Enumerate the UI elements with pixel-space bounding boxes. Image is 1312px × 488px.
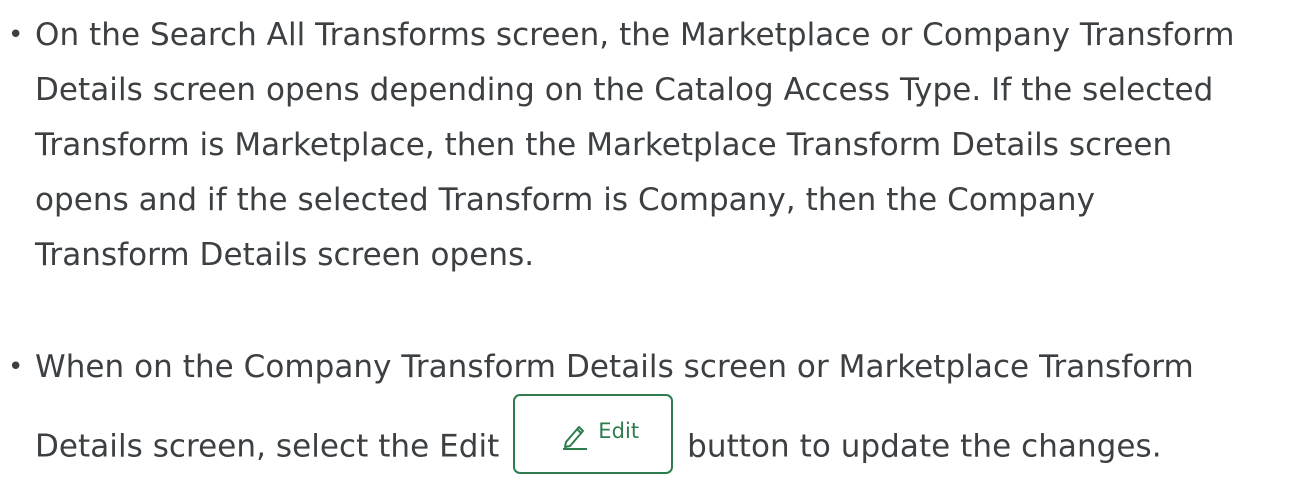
text-line: When on the Company Transform Details sc…	[35, 349, 1194, 385]
edit-button-label: Edit	[598, 419, 640, 443]
edit-button[interactable]: Edit	[513, 394, 674, 474]
bullet-dot: •	[8, 20, 24, 50]
list-item: • On the Search All Transforms screen, t…	[0, 8, 1312, 283]
text-line: opens and if the selected Transform is C…	[35, 182, 1095, 218]
text-line: Transform Details screen opens.	[35, 237, 535, 273]
pencil-icon	[563, 426, 588, 450]
text-line: Details screen opens depending on the Ca…	[35, 72, 1214, 108]
text-before-button: Details screen, select the Edit	[35, 428, 500, 465]
text-line: Transform is Marketplace, then the Marke…	[35, 127, 1173, 163]
text-line: On the Search All Transforms screen, the…	[35, 17, 1235, 53]
text-line-with-button: Details screen, select the Edit Edit but…	[35, 394, 1312, 474]
list-item: • When on the Company Transform Details …	[0, 340, 1312, 474]
bullet-dot: •	[8, 352, 24, 382]
text-after-button: button to update the changes.	[687, 428, 1162, 465]
